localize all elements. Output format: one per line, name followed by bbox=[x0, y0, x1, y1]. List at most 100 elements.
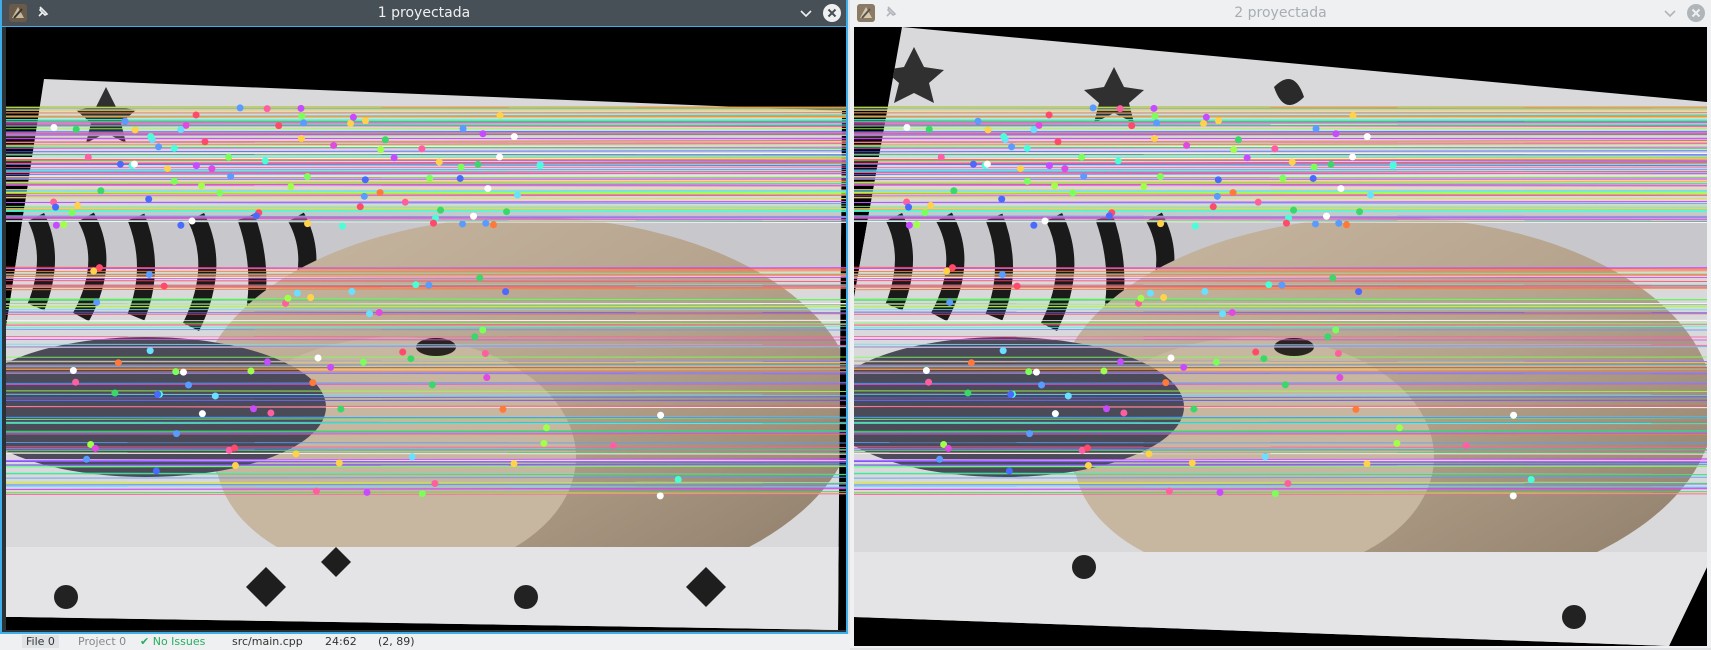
keypoint-marker bbox=[225, 153, 233, 161]
keypoint-marker bbox=[1281, 381, 1289, 389]
keypoint-marker bbox=[1080, 172, 1088, 180]
selection-info: (2, 89) bbox=[378, 635, 415, 648]
keypoint-marker bbox=[309, 379, 317, 387]
app-icon[interactable] bbox=[8, 3, 28, 23]
keypoint-marker bbox=[1271, 490, 1279, 498]
keypoint-marker bbox=[1162, 379, 1170, 387]
keypoint-marker bbox=[84, 153, 92, 161]
keypoint-marker bbox=[1243, 154, 1251, 162]
keypoint-marker bbox=[1069, 189, 1077, 197]
keypoint-marker bbox=[459, 125, 467, 133]
keypoint-marker bbox=[198, 410, 206, 418]
keypoint-marker bbox=[1064, 392, 1072, 400]
match-line bbox=[6, 184, 846, 187]
file-path[interactable]: src/main.cpp bbox=[232, 635, 303, 648]
keypoint-marker bbox=[330, 141, 338, 149]
keypoint-marker bbox=[1355, 288, 1363, 296]
keypoint-marker bbox=[1017, 164, 1025, 172]
keypoint-marker bbox=[1335, 219, 1343, 227]
keypoint-marker bbox=[1023, 144, 1031, 152]
keypoint-marker bbox=[116, 160, 124, 168]
keypoint-marker bbox=[363, 488, 371, 496]
keypoint-marker bbox=[502, 288, 510, 296]
keypoint-marker bbox=[1278, 281, 1286, 289]
keypoint-marker bbox=[435, 158, 443, 166]
keypoint-marker bbox=[297, 134, 305, 142]
projected-image-right bbox=[854, 27, 1707, 646]
pin-icon[interactable] bbox=[36, 5, 50, 19]
keypoint-marker bbox=[381, 136, 389, 144]
keypoint-marker bbox=[307, 293, 315, 301]
keypoint-marker bbox=[964, 389, 972, 397]
keypoint-marker bbox=[198, 182, 206, 190]
window-left[interactable]: 1 proyectada bbox=[0, 0, 848, 634]
match-line bbox=[6, 383, 846, 385]
image-viewport-right[interactable] bbox=[854, 27, 1707, 646]
keypoint-marker bbox=[1284, 479, 1292, 487]
statusbar-project-tab[interactable]: Project 0 bbox=[78, 635, 126, 648]
chevron-down-icon[interactable] bbox=[1662, 5, 1678, 21]
close-icon[interactable] bbox=[1686, 3, 1706, 23]
match-line bbox=[6, 365, 846, 367]
keypoint-marker bbox=[1188, 459, 1196, 467]
keypoint-marker bbox=[496, 153, 504, 161]
keypoint-marker bbox=[1290, 206, 1298, 214]
close-icon[interactable] bbox=[822, 3, 842, 23]
no-issues-indicator[interactable]: ✔ No Issues bbox=[140, 635, 205, 648]
keypoint-marker bbox=[470, 212, 478, 220]
keypoint-marker bbox=[111, 389, 119, 397]
keypoint-marker bbox=[1202, 113, 1210, 121]
keypoint-marker bbox=[304, 220, 312, 228]
keypoint-marker bbox=[60, 221, 68, 229]
keypoint-marker bbox=[937, 153, 945, 161]
match-line bbox=[6, 463, 846, 466]
keypoint-marker bbox=[349, 113, 357, 121]
pin-icon[interactable] bbox=[884, 5, 898, 19]
keypoint-marker bbox=[479, 326, 487, 334]
keypoint-marker bbox=[263, 358, 271, 366]
keypoint-marker bbox=[513, 191, 521, 199]
keypoint-marker bbox=[536, 162, 544, 170]
keypoint-marker bbox=[297, 104, 305, 112]
match-line bbox=[6, 361, 846, 363]
match-line bbox=[854, 338, 1707, 341]
match-line bbox=[6, 446, 846, 448]
keypoint-marker bbox=[155, 143, 163, 151]
project-label: Project bbox=[78, 635, 116, 648]
chevron-down-icon[interactable] bbox=[798, 5, 814, 21]
keypoint-marker bbox=[456, 174, 464, 182]
keypoint-marker bbox=[998, 195, 1006, 203]
keypoint-marker bbox=[1310, 163, 1318, 171]
app-icon[interactable] bbox=[856, 3, 876, 23]
statusbar-file-tab[interactable]: File 0 bbox=[22, 635, 59, 648]
keypoint-marker bbox=[366, 310, 374, 318]
keypoint-marker bbox=[1219, 310, 1227, 318]
project-count: 0 bbox=[119, 635, 127, 648]
keypoint-marker bbox=[292, 450, 300, 458]
match-line bbox=[854, 328, 1707, 331]
keypoint-marker bbox=[356, 203, 364, 211]
keypoint-marker bbox=[1389, 162, 1397, 170]
image-viewport-left[interactable] bbox=[6, 27, 846, 630]
keypoint-marker bbox=[1089, 104, 1097, 112]
keypoint-marker bbox=[164, 164, 172, 172]
titlebar-right[interactable]: 2 proyectada bbox=[850, 0, 1711, 26]
keypoint-marker bbox=[152, 467, 160, 475]
keypoint-marker bbox=[52, 221, 60, 229]
keypoint-marker bbox=[429, 219, 437, 227]
keypoint-marker bbox=[298, 112, 306, 120]
window-right[interactable]: 2 proyectada bbox=[850, 0, 1711, 648]
keypoint-marker bbox=[146, 347, 154, 355]
titlebar-left[interactable]: 1 proyectada bbox=[2, 0, 846, 27]
keypoint-marker bbox=[192, 162, 200, 170]
window-title: 2 proyectada bbox=[1234, 5, 1327, 21]
keypoint-marker bbox=[1116, 105, 1124, 113]
keypoint-marker bbox=[1282, 219, 1290, 227]
keypoint-marker bbox=[474, 160, 482, 168]
match-line bbox=[6, 108, 846, 111]
match-line bbox=[6, 390, 846, 392]
keypoint-marker bbox=[1045, 111, 1053, 119]
match-line bbox=[854, 121, 1707, 123]
keypoint-marker bbox=[950, 187, 958, 195]
keypoint-marker bbox=[1007, 390, 1015, 398]
